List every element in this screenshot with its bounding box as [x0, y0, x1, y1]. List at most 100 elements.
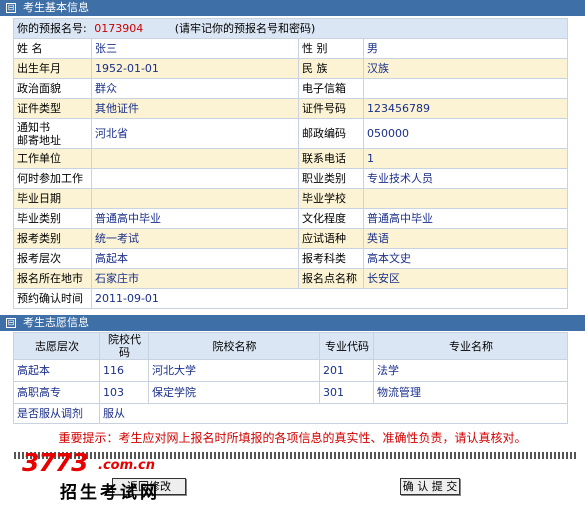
volunteer-table: 志愿层次 院校代码 院校名称 专业代码 专业名称 高起本 116 河北大学 20…	[13, 332, 568, 424]
important-notice: 重要提示：考生应对网上报名时所填报的各项信息的真实性、准确性负责，请认真核对。	[58, 431, 527, 445]
info-label: 报考层次	[13, 248, 92, 269]
info-value: 男	[363, 38, 568, 59]
info-row: 报名所在地市 石家庄市 报名点名称 长安区	[13, 268, 568, 289]
adjust-value: 服从	[99, 403, 568, 424]
info-label: 证件类型	[13, 98, 92, 119]
reg-number-row: 你的预报名号: 0173904 (请牢记你的预报名号和密码)	[13, 18, 568, 39]
info-value: 123456789	[363, 98, 568, 119]
info-label: 毕业日期	[13, 188, 92, 209]
info-value: 河北省	[91, 118, 299, 149]
info-label: 毕业类别	[13, 208, 92, 229]
section-header-basic-info: ⊟ 考生基本信息	[0, 0, 585, 16]
info-value: 统一考试	[91, 228, 299, 249]
info-value: 1	[363, 148, 568, 169]
reg-number-note: (请牢记你的预报名号和密码)	[174, 22, 316, 35]
info-row: 出生年月 1952-01-01 民 族汉族	[13, 58, 568, 79]
info-value: 高本文史	[363, 248, 568, 269]
info-row: 通知书 邮寄地址 河北省 邮政编码 050000	[13, 118, 568, 149]
info-label: 邮政编码	[298, 118, 364, 149]
info-value: 长安区	[363, 268, 568, 289]
info-label: 政治面貌	[13, 78, 92, 99]
info-label: 毕业学校	[298, 188, 364, 209]
info-value: 汉族	[363, 58, 568, 79]
reg-number-value: 0173904	[94, 22, 144, 35]
volunteer-row: 高职高专 103 保定学院 301 物流管理	[13, 381, 568, 404]
info-value	[363, 188, 568, 209]
info-value	[91, 168, 299, 189]
info-value: 英语	[363, 228, 568, 249]
info-label: 文化程度	[298, 208, 364, 229]
info-label: 通知书 邮寄地址	[13, 118, 92, 149]
info-label: 报名所在地市	[13, 268, 92, 289]
info-label: 应试语种	[298, 228, 364, 249]
info-value: 050000	[363, 118, 568, 149]
vol-level: 高起本	[13, 359, 100, 382]
info-label: 民 族	[298, 58, 364, 79]
info-value: 普通高中毕业	[363, 208, 568, 229]
confirm-time-row: 预约确认时间 2011-09-01	[13, 288, 568, 309]
info-row: 何时参加工作 职业类别 专业技术人员	[13, 168, 568, 189]
reg-number-label: 你的预报名号:	[17, 22, 87, 35]
info-value: 高起本	[91, 248, 299, 269]
info-label: 姓 名	[13, 38, 92, 59]
info-label: 何时参加工作	[13, 168, 92, 189]
info-row: 工作单位 联系电话 1	[13, 148, 568, 169]
col-header: 志愿层次	[13, 332, 100, 360]
vol-major-name: 物流管理	[373, 381, 568, 404]
vol-major-code: 301	[319, 381, 374, 404]
info-value: 专业技术人员	[363, 168, 568, 189]
vol-school-name: 河北大学	[148, 359, 320, 382]
info-label: 证件号码	[298, 98, 364, 119]
collapse-icon[interactable]: ⊟	[6, 3, 16, 13]
info-label: 联系电话	[298, 148, 364, 169]
basic-info-table: 你的预报名号: 0173904 (请牢记你的预报名号和密码) 姓 名张三性 别男…	[13, 18, 568, 309]
section-title: 考生基本信息	[23, 1, 89, 14]
vol-level: 高职高专	[13, 381, 100, 404]
confirm-time-label: 预约确认时间	[13, 288, 92, 309]
info-row: 政治面貌 群众 电子信箱	[13, 78, 568, 99]
info-value: 普通高中毕业	[91, 208, 299, 229]
adjust-row: 是否服从调剂 服从	[13, 403, 568, 424]
info-row: 证件类型 其他证件 证件号码 123456789	[13, 98, 568, 119]
info-label: 电子信箱	[298, 78, 364, 99]
site-logo-tagline: 招生考试网	[60, 483, 160, 503]
site-logo-number: 3773	[22, 448, 89, 477]
col-header: 院校代码	[99, 332, 149, 360]
info-value	[91, 148, 299, 169]
vol-major-code: 201	[319, 359, 374, 382]
info-value: 张三	[91, 38, 299, 59]
vol-school-name: 保定学院	[148, 381, 320, 404]
info-value	[363, 78, 568, 99]
vol-major-name: 法学	[373, 359, 568, 382]
info-label: 出生年月	[13, 58, 92, 79]
section-title: 考生志愿信息	[23, 316, 89, 329]
info-label: 职业类别	[298, 168, 364, 189]
info-value: 其他证件	[91, 98, 299, 119]
confirm-time-value: 2011-09-01	[91, 288, 568, 309]
info-row: 报考层次 高起本 报考科类 高本文史	[13, 248, 568, 269]
info-label: 报名点名称	[298, 268, 364, 289]
info-label: 工作单位	[13, 148, 92, 169]
info-row: 毕业日期 毕业学校	[13, 188, 568, 209]
volunteer-row: 高起本 116 河北大学 201 法学	[13, 359, 568, 382]
col-header: 专业代码	[319, 332, 374, 360]
info-label: 性 别	[298, 38, 364, 59]
col-header: 院校名称	[148, 332, 320, 360]
vol-school-code: 116	[99, 359, 149, 382]
confirm-submit-button[interactable]: 确 认 提 交	[400, 478, 460, 495]
vol-school-code: 103	[99, 381, 149, 404]
info-row: 毕业类别 普通高中毕业 文化程度 普通高中毕业	[13, 208, 568, 229]
section-header-volunteer-info: ⊟ 考生志愿信息	[0, 315, 585, 331]
info-row: 姓 名张三性 别男	[13, 38, 568, 59]
adjust-label: 是否服从调剂	[13, 403, 100, 424]
info-value	[91, 188, 299, 209]
collapse-icon[interactable]: ⊟	[6, 318, 16, 328]
col-header: 专业名称	[373, 332, 568, 360]
site-logo-domain: .com.cn	[98, 458, 156, 473]
info-value: 1952-01-01	[91, 58, 299, 79]
info-value: 石家庄市	[91, 268, 299, 289]
info-label: 报考类别	[13, 228, 92, 249]
info-value: 群众	[91, 78, 299, 99]
volunteer-header-row: 志愿层次 院校代码 院校名称 专业代码 专业名称	[13, 332, 568, 360]
info-label: 报考科类	[298, 248, 364, 269]
